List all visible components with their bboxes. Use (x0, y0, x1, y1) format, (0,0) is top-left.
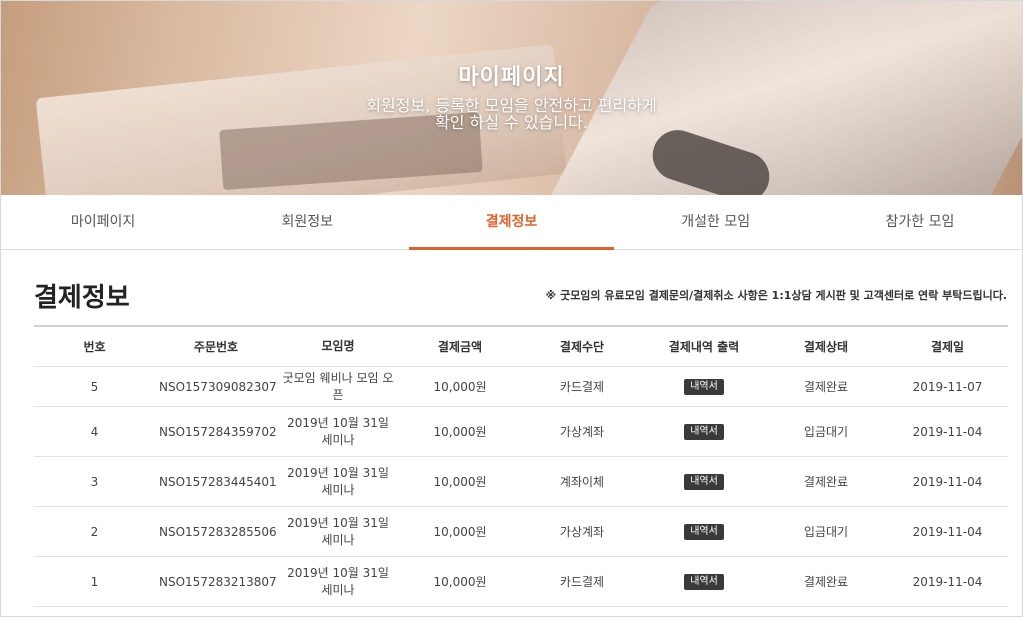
cell-payment-method: 계좌이체 (559, 475, 605, 489)
cell-meeting-name: 2019년 10월 31일 세미나 (287, 415, 389, 447)
tab-member-info[interactable]: 회원정보 (205, 195, 409, 249)
cell-number: 4 (90, 424, 99, 439)
receipt-button[interactable]: 내역서 (684, 379, 724, 395)
cell-order-number: NSO157284359702 (159, 424, 277, 439)
payment-table: 번호 주문번호 모임명 결제금액 결제수단 결제내역 출력 결제상태 결제일 5… (34, 325, 1008, 607)
cell-amount: 10,000원 (433, 475, 487, 489)
hero-text: 마이페이지 회원정보, 등록한 모임을 안전하고 편리하게 확인 하실 수 있습… (1, 59, 1022, 131)
header-payment-status: 결제상태 (803, 340, 849, 354)
table-row: 2 NSO157283285506 2019년 10월 31일 세미나 10,0… (34, 507, 1008, 557)
cell-order-number: NSO157309082307 (159, 379, 277, 394)
cell-amount: 10,000원 (433, 425, 487, 439)
receipt-button[interactable]: 내역서 (684, 574, 724, 590)
cell-payment-status: 결제완료 (803, 475, 849, 489)
cell-amount: 10,000원 (433, 575, 487, 589)
receipt-button[interactable]: 내역서 (684, 524, 724, 540)
header-number: 번호 (83, 340, 106, 354)
cell-order-number: NSO157283445401 (159, 474, 277, 489)
hero-title: 마이페이지 (458, 65, 565, 90)
cell-payment-method: 카드결제 (559, 575, 605, 589)
cell-amount: 10,000원 (433, 380, 487, 394)
cell-receipt: 내역서 (643, 378, 765, 395)
table-row: 3 NSO157283445401 2019년 10월 31일 세미나 10,0… (34, 457, 1008, 507)
cell-meeting-name: 2019년 10월 31일 세미나 (287, 465, 389, 497)
cell-payment-date: 2019-11-04 (912, 574, 983, 589)
table-row: 4 NSO157284359702 2019년 10월 31일 세미나 10,0… (34, 407, 1008, 457)
cell-meeting-name: 굿모임 웨비나 모임 오픈 (282, 370, 394, 402)
cell-payment-date: 2019-11-07 (912, 379, 983, 394)
cell-payment-method: 카드결제 (559, 380, 605, 394)
cell-order-number: NSO157283213807 (159, 574, 277, 589)
receipt-button[interactable]: 내역서 (684, 424, 724, 440)
cell-payment-status: 입금대기 (803, 525, 849, 539)
table-row: 5 NSO157309082307 굿모임 웨비나 모임 오픈 10,000원 … (34, 367, 1008, 407)
cell-payment-date: 2019-11-04 (912, 424, 983, 439)
tab-mypage[interactable]: 마이페이지 (1, 195, 205, 249)
cell-number: 5 (90, 379, 99, 394)
cell-payment-status: 입금대기 (803, 425, 849, 439)
header-meeting-name: 모임명 (321, 339, 355, 353)
cell-amount: 10,000원 (433, 525, 487, 539)
tab-created-meetings[interactable]: 개설한 모임 (614, 195, 818, 249)
header-order-number: 주문번호 (193, 340, 239, 354)
cell-payment-method: 가상계좌 (559, 425, 605, 439)
cell-receipt: 내역서 (643, 473, 765, 490)
header-payment-date: 결제일 (930, 340, 965, 354)
cell-meeting-name: 2019년 10월 31일 세미나 (287, 515, 389, 547)
payment-notice: ※ 굿모임의 유료모임 결제문의/결제취소 사항은 1:1상담 게시판 및 고객… (545, 289, 1007, 302)
table-row: 1 NSO157283213807 2019년 10월 31일 세미나 10,0… (34, 557, 1008, 607)
cell-order-number: NSO157283285506 (159, 524, 277, 539)
mypage-tabs: 마이페이지 회원정보 결제정보 개설한 모임 참가한 모임 (1, 195, 1022, 250)
cell-payment-status: 결제완료 (803, 380, 849, 394)
tab-joined-meetings[interactable]: 참가한 모임 (818, 195, 1022, 249)
header-payment-method: 결제수단 (559, 340, 605, 354)
cell-payment-status: 결제완료 (803, 575, 849, 589)
cell-payment-date: 2019-11-04 (912, 524, 983, 539)
table-header-row: 번호 주문번호 모임명 결제금액 결제수단 결제내역 출력 결제상태 결제일 (34, 327, 1008, 367)
cell-receipt: 내역서 (643, 573, 765, 590)
cell-receipt: 내역서 (643, 523, 765, 540)
receipt-button[interactable]: 내역서 (684, 474, 724, 490)
tab-payment-info[interactable]: 결제정보 (409, 195, 614, 250)
cell-number: 3 (90, 474, 99, 489)
cell-meeting-name: 2019년 10월 31일 세미나 (287, 565, 389, 597)
hero-banner: 마이페이지 회원정보, 등록한 모임을 안전하고 편리하게 확인 하실 수 있습… (1, 1, 1022, 195)
hero-subtitle-line1: 회원정보, 등록한 모임을 안전하고 편리하게 (366, 96, 657, 115)
cell-number: 1 (90, 574, 99, 589)
hero-subtitle-line2: 확인 하실 수 있습니다. (435, 113, 588, 132)
page-title: 결제정보 (34, 283, 130, 313)
header-receipt-print: 결제내역 출력 (668, 340, 740, 354)
cell-payment-date: 2019-11-04 (912, 474, 983, 489)
header-amount: 결제금액 (437, 340, 483, 354)
cell-payment-method: 가상계좌 (559, 525, 605, 539)
cell-receipt: 내역서 (643, 423, 765, 440)
cell-number: 2 (90, 524, 99, 539)
